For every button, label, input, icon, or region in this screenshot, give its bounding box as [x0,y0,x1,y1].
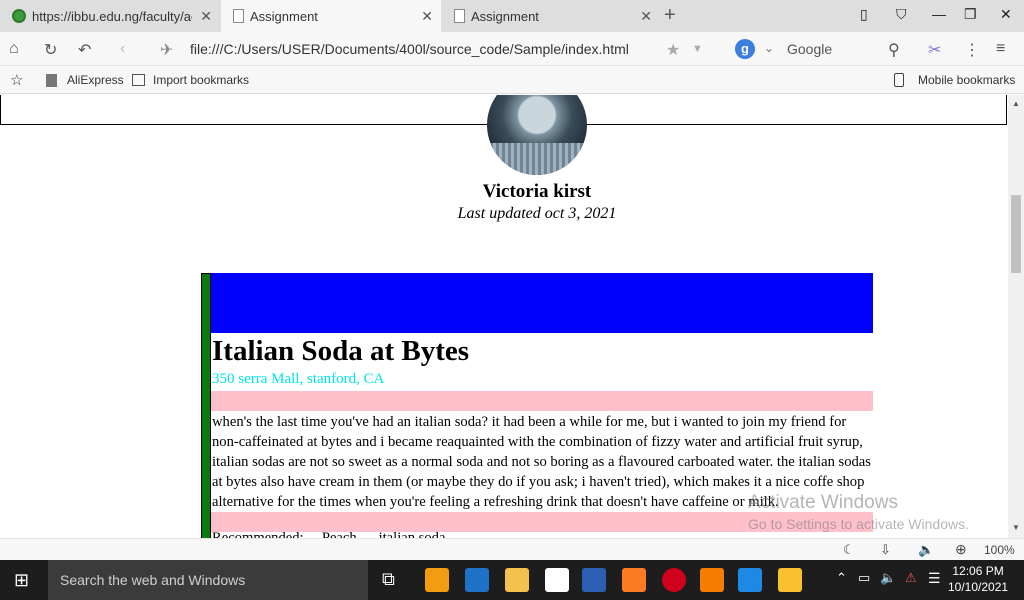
bookmark-label: Import bookmarks [153,73,250,87]
search-engine-box[interactable]: g ⌄ Google [732,36,912,62]
skin-icon[interactable]: ⛉ [896,6,907,23]
taskbar-search-placeholder: Search the web and Windows [60,572,246,588]
site-favicon-icon [12,9,26,23]
tab-label: https://ibbu.edu.ng/faculty/ac [32,8,192,24]
phone-icon [894,73,904,87]
back-icon[interactable]: ‹ [120,40,125,58]
activation-watermark: Activate Windows Go to Settings to activ… [748,492,969,532]
sublime-icon[interactable] [700,568,724,592]
file-icon: ✈ [160,42,174,59]
bookmarks-star-icon[interactable]: ☆ [10,71,23,89]
windows-start-icon[interactable]: ⊞ [14,570,29,591]
banner-block [211,273,873,333]
close-tab-icon[interactable]: ✕ [200,8,212,25]
url-field[interactable]: file:///C:/Users/USER/Documents/400l/sou… [190,41,629,57]
scroll-down-icon[interactable]: ▼ [1012,523,1020,532]
word-icon[interactable] [582,568,606,592]
author-name: Victoria kirst [482,181,592,202]
browser-app-icon[interactable] [778,568,802,592]
night-mode-icon[interactable]: ☾ [843,542,855,558]
pink-band [211,391,873,411]
page-viewport: Victoria kirst Last updated oct 3, 2021 … [0,95,1008,538]
page-icon [233,9,244,23]
close-window-button[interactable]: ✕ [1000,6,1012,23]
bookmark-star-icon[interactable]: ★ [666,40,680,60]
clock-time: 12:06 PM [952,564,1004,578]
zoom-icon[interactable]: ⊕ [955,541,967,558]
clock-date: 10/10/2021 [948,580,1009,594]
last-updated: Last updated oct 3, 2021 [457,205,617,222]
mobile-bookmarks[interactable]: Mobile bookmarks [894,73,1015,87]
tab-label: Assignment [471,8,539,24]
article-address: 350 serra Mall, stanford, CA [212,371,385,387]
status-bar: ☾ ⇩ 🔈 ⊕ 100% [0,538,1024,560]
reload-icon[interactable]: ↻ [44,40,57,60]
bookmark-label: AliExpress [67,73,124,87]
chevron-up-icon[interactable]: ⌃ [836,570,847,586]
bookmarks-bar: ☆ AliExpress Import bookmarks Mobile boo… [0,66,1024,94]
store-icon[interactable] [545,568,569,592]
avatar [487,95,587,175]
chevron-down-icon[interactable]: ▼ [692,43,703,55]
restore-button[interactable]: ❐ [964,6,977,23]
task-view-icon[interactable]: ⧉ [382,569,395,590]
import-icon [132,74,145,86]
avatar-frost [487,143,587,175]
watermark-subtitle: Go to Settings to activate Windows. [748,516,969,532]
app-icon[interactable] [425,568,449,592]
tab-strip: https://ibbu.edu.ng/faculty/ac ✕ Assignm… [0,0,1024,32]
watermark-title: Activate Windows [748,492,898,513]
new-tab-button[interactable]: + [664,4,676,27]
tab-ibbu[interactable]: https://ibbu.edu.ng/faculty/ac ✕ [0,0,220,32]
home-icon[interactable]: ⌂ [9,40,19,58]
volume-icon[interactable]: 🔈 [880,570,896,586]
tab-assignment[interactable]: Assignment ✕ [442,0,660,32]
taskbar-search[interactable]: Search the web and Windows [48,560,368,600]
bookmark-aliexpress[interactable]: AliExpress [46,73,124,87]
article-title: Italian Soda at Bytes [212,335,470,367]
file-explorer-icon[interactable] [505,568,529,592]
close-tab-icon[interactable]: ✕ [421,8,433,25]
windows-taskbar: ⊞ Search the web and Windows ⧉ ⌃ ▭ 🔈 ⚠ ☰… [0,560,1024,600]
accent-bar [201,273,211,538]
settings-icon[interactable] [738,568,762,592]
notifications-icon[interactable]: ☰ [928,570,941,587]
volume-icon[interactable]: 🔈 [918,542,934,558]
page-icon [454,9,465,23]
close-tab-icon[interactable]: ✕ [640,8,652,25]
xampp-icon[interactable] [622,568,646,592]
tile-icon[interactable]: ▯ [860,6,868,23]
undo-icon[interactable]: ↶ [78,40,91,60]
minimize-button[interactable]: — [932,6,946,22]
more-menu-icon[interactable]: ⋮ [964,40,980,60]
chevron-down-icon[interactable]: ⌄ [764,41,774,55]
article-trailing-text: Recommended: ... Peach, ... italian soda [212,530,446,538]
edge-icon[interactable] [465,568,489,592]
hamburger-menu-icon[interactable]: ≡ [996,40,1005,58]
battery-icon[interactable]: ▭ [858,570,870,586]
mobile-bookmarks-label: Mobile bookmarks [918,73,1016,87]
search-engine-label: Google [787,41,833,57]
page-icon [46,73,57,87]
tab-assignment-active[interactable]: Assignment ✕ [221,0,441,32]
address-toolbar: ⌂ ↻ ↶ ‹ ✈ file:///C:/Users/USER/Document… [0,32,1024,66]
vertical-scrollbar[interactable]: ▲ ▼ [1008,95,1024,538]
bookmark-import[interactable]: Import bookmarks [132,73,249,87]
scroll-up-icon[interactable]: ▲ [1012,99,1020,108]
search-icon[interactable]: ⚲ [888,40,900,60]
opera-icon[interactable] [662,568,686,592]
scissors-icon[interactable]: ✂ [928,40,941,60]
tab-label: Assignment [250,8,318,24]
scroll-thumb[interactable] [1011,195,1021,273]
zoom-level[interactable]: 100% [984,543,1015,557]
system-clock[interactable]: 12:06 PM 10/10/2021 [948,563,1008,595]
network-icon[interactable]: ⚠ [905,570,917,586]
google-icon: g [735,39,755,59]
download-icon[interactable]: ⇩ [880,542,891,558]
